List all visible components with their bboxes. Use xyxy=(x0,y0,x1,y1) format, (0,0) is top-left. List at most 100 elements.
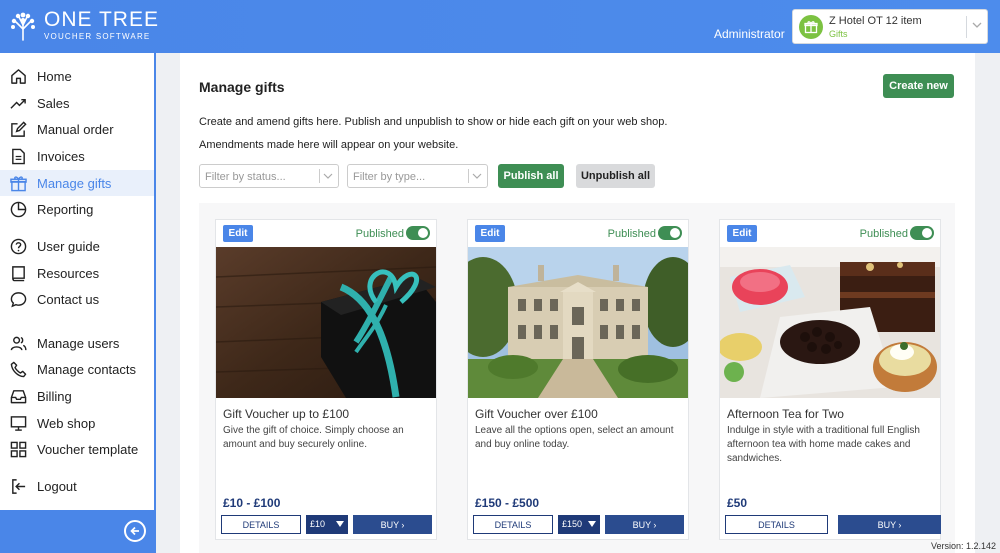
chevron-down-icon xyxy=(323,173,333,179)
phone-icon xyxy=(10,361,27,377)
amount-select[interactable]: £150 xyxy=(558,515,600,534)
chevron-down-icon xyxy=(472,173,482,179)
edit-button[interactable]: Edit xyxy=(223,225,253,242)
gift-title: Gift Voucher up to £100 xyxy=(223,407,350,421)
book-icon xyxy=(12,265,25,281)
tree-icon xyxy=(11,12,35,41)
sidebar-item-voucher-template[interactable]: Voucher template xyxy=(0,436,154,462)
collapse-sidebar-button[interactable] xyxy=(124,520,146,542)
arrow-left-icon xyxy=(130,526,139,536)
sidebar-item-invoices[interactable]: Invoices xyxy=(0,143,154,169)
gift-cards-list: Edit Published Gift Voucher up to £100 G… xyxy=(199,203,955,553)
hotel-name: Z Hotel OT 12 item xyxy=(829,15,922,27)
filter-type-select[interactable]: Filter by type... xyxy=(347,164,488,188)
edit-button[interactable]: Edit xyxy=(475,225,505,242)
buy-button[interactable]: BUY › xyxy=(605,515,684,534)
sidebar-item-manual-order[interactable]: Manual order xyxy=(0,116,154,142)
sidebar-item-manage-contacts[interactable]: Manage contacts xyxy=(0,356,154,382)
details-button[interactable]: DETAILS xyxy=(221,515,301,534)
sidebar-item-label: Manage users xyxy=(37,335,120,351)
sidebar-item-label: Web shop xyxy=(37,415,96,431)
sidebar-item-manage-users[interactable]: Manage users xyxy=(0,330,154,356)
gift-card: Edit Published xyxy=(215,219,437,540)
gift-image xyxy=(468,247,688,398)
logo-title: ONE TREE xyxy=(44,8,159,31)
monitor-icon xyxy=(10,415,27,431)
inbox-icon xyxy=(10,389,27,403)
edit-icon xyxy=(11,120,27,137)
chevron-right-icon: › xyxy=(898,519,902,530)
logo-subtitle: VOUCHER SOFTWARE xyxy=(44,32,151,41)
gift-price: £150 - £500 xyxy=(475,496,540,510)
details-button[interactable]: DETAILS xyxy=(725,515,828,534)
app-header: ONE TREE VOUCHER SOFTWARE Administrator … xyxy=(0,0,1000,53)
gift-title: Afternoon Tea for Two xyxy=(727,407,844,421)
gift-title: Gift Voucher over £100 xyxy=(475,407,598,421)
gift-image xyxy=(720,247,940,398)
buy-label: BUY xyxy=(380,519,399,530)
caret-down-icon xyxy=(588,521,596,527)
filter-placeholder: Filter by type... xyxy=(353,171,426,183)
sidebar-item-label: Invoices xyxy=(37,148,85,164)
buy-button[interactable]: BUY › xyxy=(838,515,941,534)
sidebar-item-contact-us[interactable]: Contact us xyxy=(0,286,154,312)
sidebar-footer xyxy=(0,510,154,553)
publish-toggle[interactable] xyxy=(406,226,430,240)
gift-icon xyxy=(10,175,27,191)
create-new-button[interactable]: Create new xyxy=(883,74,954,98)
sidebar-item-logout[interactable]: Logout xyxy=(0,473,154,499)
details-button[interactable]: DETAILS xyxy=(473,515,553,534)
gift-price: £50 xyxy=(727,496,748,510)
sidebar-item-user-guide[interactable]: User guide xyxy=(0,233,154,259)
current-user[interactable]: Administrator xyxy=(714,27,785,41)
page-description-note: Amendments made here will appear on your… xyxy=(199,139,459,151)
buy-label: BUY xyxy=(632,519,651,530)
sidebar-item-manage-gifts[interactable]: Manage gifts xyxy=(0,170,154,196)
home-icon xyxy=(11,68,26,84)
status-label: Published xyxy=(355,228,404,240)
gift-description: Indulge in style with a traditional full… xyxy=(727,425,920,464)
buy-label: BUY xyxy=(877,519,896,530)
chat-icon xyxy=(10,291,27,307)
sidebar-item-label: Contact us xyxy=(37,291,100,307)
page-description: Create and amend gifts here. Publish and… xyxy=(199,116,668,128)
sidebar-item-label: Manage gifts xyxy=(37,175,112,191)
page-title: Manage gifts xyxy=(199,79,285,95)
sidebar-item-reporting[interactable]: Reporting xyxy=(0,196,154,222)
logout-icon xyxy=(12,478,26,494)
sidebar-item-label: Voucher template xyxy=(37,441,139,457)
hotel-selector[interactable]: Z Hotel OT 12 item Gifts xyxy=(792,9,988,44)
chevron-right-icon: › xyxy=(401,519,405,530)
sidebar-item-label: Resources xyxy=(37,265,100,281)
sidebar-item-label: User guide xyxy=(37,238,100,254)
publish-all-button[interactable]: Publish all xyxy=(498,164,564,188)
filter-status-select[interactable]: Filter by status... xyxy=(199,164,339,188)
divider xyxy=(468,169,469,183)
sidebar-item-resources[interactable]: Resources xyxy=(0,260,154,286)
sidebar-item-label: Logout xyxy=(37,478,77,494)
buy-button[interactable]: BUY › xyxy=(353,515,432,534)
sidebar-item-label: Reporting xyxy=(37,201,94,217)
sidebar-item-home[interactable]: Home xyxy=(0,63,154,89)
sidebar-item-label: Sales xyxy=(37,95,70,111)
logo[interactable]: ONE TREE VOUCHER SOFTWARE xyxy=(10,8,159,41)
gift-icon xyxy=(799,15,823,39)
filter-placeholder: Filter by status... xyxy=(205,171,286,183)
sidebar-item-sales[interactable]: Sales xyxy=(0,90,154,116)
sidebar-item-label: Manage contacts xyxy=(37,361,137,377)
chevron-right-icon: › xyxy=(653,519,657,530)
publish-toggle[interactable] xyxy=(658,226,682,240)
caret-down-icon xyxy=(336,521,344,527)
hotel-subtitle: Gifts xyxy=(829,29,848,39)
sidebar-item-label: Manual order xyxy=(37,121,114,137)
sidebar-item-billing[interactable]: Billing xyxy=(0,383,154,409)
divider xyxy=(319,169,320,183)
gift-description: Leave all the options open, select an am… xyxy=(475,425,674,450)
amount-select[interactable]: £10 xyxy=(306,515,348,534)
trend-icon xyxy=(10,98,26,109)
sidebar-item-web-shop[interactable]: Web shop xyxy=(0,410,154,436)
edit-button[interactable]: Edit xyxy=(727,225,757,242)
divider xyxy=(966,16,967,38)
publish-toggle[interactable] xyxy=(910,226,934,240)
unpublish-all-button[interactable]: Unpublish all xyxy=(576,164,655,188)
